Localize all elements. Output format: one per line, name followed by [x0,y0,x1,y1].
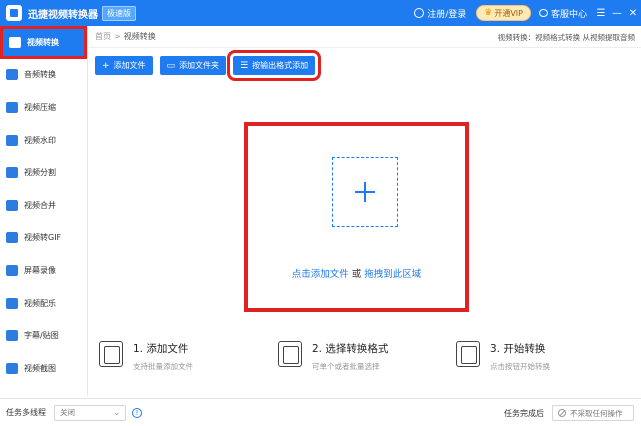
list-icon: ☰ [240,60,249,71]
subtitle-sticker-icon [6,330,18,342]
video-convert-icon [9,36,21,48]
breadcrumb-current: 视频转换 [123,32,156,41]
video-compress-icon [6,101,18,113]
breadcrumb-separator: > [114,32,121,41]
click-add-file-link[interactable]: 点击添加文件 [292,269,349,280]
folder-icon: ▭ [166,60,176,71]
drop-hint: 点击添加文件或拖拽到此区域 [248,266,465,280]
toolbar: + 添加文件 ▭ 添加文件夹 ☰ 按输出格式添加 [95,50,322,81]
sidebar-item-label: 字幕/贴图 [24,331,59,341]
video-split-icon [6,167,18,179]
open-vip-button[interactable]: ♛ 开通VIP [476,5,531,21]
video-screenshot-icon [6,362,18,374]
convert-format-step-icon [278,341,302,367]
step-add-file: 1. 添加文件 支持批量添加文件 [99,341,193,372]
video-merge-icon [6,199,18,211]
add-by-format-label: 按输出格式添加 [252,61,309,70]
add-folder-button[interactable]: ▭ 添加文件夹 [159,56,227,75]
sidebar-item-video-music[interactable]: 视频配乐 [0,287,87,320]
sidebar-item-video-split[interactable]: 视频分割 [0,156,87,189]
chat-icon [538,9,548,17]
after-task-select[interactable]: 不采取任何操作 [552,405,634,421]
info-icon[interactable]: ! [132,407,142,418]
step-title: 3. 开始转换 [490,343,546,355]
step-title: 2. 选择转换格式 [312,343,389,355]
close-icon[interactable]: ✕ [625,0,641,26]
plus-icon: + [102,60,110,71]
customer-service-button[interactable]: 客服中心 [538,7,587,20]
multithread-label: 任务多线程 [6,408,46,417]
ban-icon [558,409,566,417]
start-convert-step-icon [456,341,480,367]
service-label: 客服中心 [550,9,587,20]
drag-here-text: 拖拽到此区域 [364,269,422,280]
sidebar-item-video-screenshot[interactable]: 视频截图 [0,352,87,385]
edition-badge: 极速版 [102,5,136,21]
chevron-down-icon: ⌄ [113,407,120,417]
step-subtitle: 支持批量添加文件 [133,362,193,371]
sidebar-item-label: 视频水印 [24,135,56,145]
sidebar-item-video-compress[interactable]: 视频压缩 [0,91,87,124]
sidebar-item-label: 视频分割 [24,168,56,178]
step-subtitle: 可单个或者批量选择 [312,362,380,371]
plus-icon [355,182,375,202]
sidebar-item-video-gif[interactable]: 视频转GIF [0,222,87,255]
sidebar-item-audio-convert[interactable]: 音频转换 [0,59,87,92]
status-bar: 任务多线程 关闭 ⌄ ! 任务完成后 不采取任何操作 [0,398,641,426]
title-bar: 迅捷视频转换器 极速版 注册/登录 ♛ 开通VIP 客服中心 ☰ — ✕ [0,0,641,26]
app-logo-icon [6,5,22,21]
sidebar-item-video-convert[interactable]: 视频转换 [0,26,87,59]
after-task-value: 不采取任何操作 [570,408,623,418]
login-label: 注册/登录 [427,9,467,20]
main-panel: 首页 > 视频转换 视频转换：视频格式转换 从视频提取音频 + 添加文件 ▭ 添… [89,26,641,396]
sidebar-item-label: 视频转GIF [24,233,62,243]
audio-convert-icon [6,69,18,81]
add-folder-label: 添加文件夹 [179,61,220,70]
vip-label: 开通VIP [494,8,523,18]
breadcrumb-home[interactable]: 首页 [95,31,111,42]
after-task-label: 任务完成后 [504,408,544,418]
sidebar-item-screen-record[interactable]: 屏幕录像 [0,254,87,287]
user-icon [414,8,425,18]
sidebar-item-label: 视频压缩 [24,102,56,112]
add-file-label: 添加文件 [113,61,146,70]
sidebar-item-video-merge[interactable]: 视频合并 [0,189,87,222]
sidebar-item-subtitle-sticker[interactable]: 字幕/贴图 [0,319,87,352]
minimize-icon[interactable]: — [609,0,625,26]
app-title: 迅捷视频转换器 [28,9,98,21]
add-file-area[interactable] [332,157,398,227]
crown-icon: ♛ [484,8,493,18]
step-choose-format: 2. 选择转换格式 可单个或者批量选择 [278,341,388,372]
menu-icon[interactable]: ☰ [593,0,609,26]
sidebar-item-label: 屏幕录像 [24,265,56,275]
add-file-button[interactable]: + 添加文件 [95,56,153,75]
steps-guide: 1. 添加文件 支持批量添加文件 2. 选择转换格式 可单个或者批量选择 3. … [89,341,641,381]
feature-description: 视频转换：视频格式转换 从视频提取音频 [497,33,635,42]
login-button[interactable]: 注册/登录 [414,7,466,20]
sidebar-item-video-watermark[interactable]: 视频水印 [0,124,87,157]
step-title: 1. 添加文件 [133,343,189,355]
multithread-value: 关闭 [60,408,75,417]
sidebar-item-label: 音频转换 [24,70,56,80]
breadcrumb: 首页 > 视频转换 视频转换：视频格式转换 从视频提取音频 [89,26,641,48]
sidebar-item-label: 视频合并 [24,200,56,210]
sidebar-item-label: 视频转换 [27,37,59,47]
sidebar-item-label: 视频截图 [24,363,56,373]
video-watermark-icon [6,134,18,146]
sidebar: 视频转换 音频转换 视频压缩 视频水印 视频分割 视频合并 视频转GIF 屏幕录… [0,26,88,396]
video-music-icon [6,297,18,309]
step-subtitle: 点击按钮开始转换 [490,362,550,371]
video-gif-icon [6,232,18,244]
screen-record-icon [6,264,18,276]
add-by-format-button[interactable]: ☰ 按输出格式添加 [227,50,322,81]
multithread-select[interactable]: 关闭 ⌄ [54,404,126,421]
step-start-convert: 3. 开始转换 点击按钮开始转换 [456,341,550,372]
sidebar-item-label: 视频配乐 [24,298,56,308]
file-drop-zone[interactable]: 点击添加文件或拖拽到此区域 [244,122,469,312]
add-file-step-icon [99,341,123,367]
or-text: 或 [351,269,362,280]
